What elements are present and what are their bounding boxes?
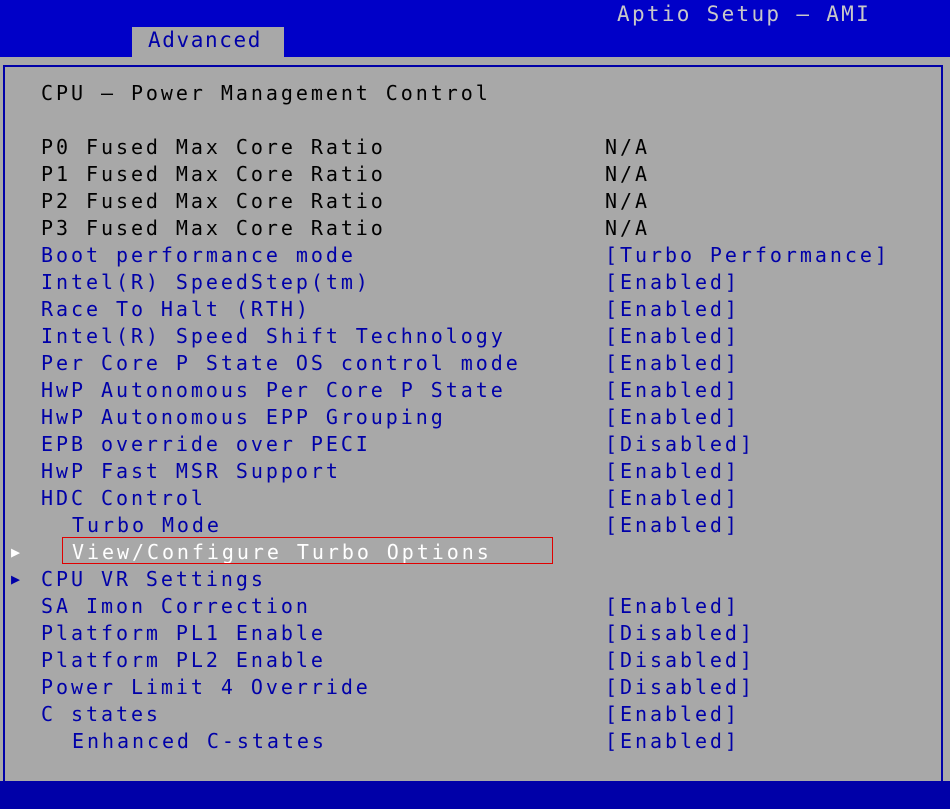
setting-label: HDC Control: [41, 486, 206, 510]
setting-value[interactable]: [Enabled]: [605, 728, 740, 755]
setting-label: C states: [41, 702, 161, 726]
setting-hwp-epp-grouping[interactable]: HwP Autonomous EPP Grouping [Enabled]: [0, 404, 950, 431]
setting-epb-override-peci[interactable]: EPB override over PECI [Disabled]: [0, 431, 950, 458]
setting-turbo-mode[interactable]: Turbo Mode [Enabled]: [0, 512, 950, 539]
setting-per-core-pstate-os[interactable]: Per Core P State OS control mode [Enable…: [0, 350, 950, 377]
setting-label: EPB override over PECI: [41, 432, 371, 456]
setting-label: Platform PL2 Enable: [41, 648, 326, 672]
setting-label: Platform PL1 Enable: [41, 621, 326, 645]
tab-advanced[interactable]: Advanced: [132, 27, 284, 57]
info-value: N/A: [605, 189, 650, 213]
submenu-arrow-icon: ▶: [11, 570, 21, 588]
setting-value[interactable]: [Enabled]: [605, 296, 740, 323]
setting-power-limit-4-override[interactable]: Power Limit 4 Override [Disabled]: [0, 674, 950, 701]
setting-speedstep[interactable]: Intel(R) SpeedStep(tm) [Enabled]: [0, 269, 950, 296]
info-label: P2 Fused Max Core Ratio: [41, 189, 386, 213]
info-row-p3-ratio: P3 Fused Max Core Ratio N/A: [0, 215, 950, 242]
setting-value[interactable]: [Enabled]: [605, 269, 740, 296]
setting-value[interactable]: [Turbo Performance]: [605, 242, 890, 269]
header-bar: Aptio Setup – AMI Advanced: [0, 0, 950, 57]
submenu-arrow-icon: ▶: [11, 543, 21, 561]
setting-label: HwP Autonomous Per Core P State: [41, 378, 506, 402]
info-value: N/A: [605, 135, 650, 159]
setting-label: Intel(R) SpeedStep(tm): [41, 270, 371, 294]
setting-label: SA Imon Correction: [41, 594, 311, 618]
setting-value[interactable]: [Enabled]: [605, 350, 740, 377]
setting-value[interactable]: [Disabled]: [605, 647, 755, 674]
app-title: Aptio Setup – AMI: [617, 2, 872, 26]
setting-enhanced-c-states[interactable]: Enhanced C-states [Enabled]: [0, 728, 950, 755]
setting-value[interactable]: [Disabled]: [605, 431, 755, 458]
setting-value[interactable]: [Enabled]: [605, 701, 740, 728]
info-label: P1 Fused Max Core Ratio: [41, 162, 386, 186]
info-value: N/A: [605, 216, 650, 240]
setting-value[interactable]: [Enabled]: [605, 458, 740, 485]
info-label: P3 Fused Max Core Ratio: [41, 216, 386, 240]
setting-label: Per Core P State OS control mode: [41, 351, 521, 375]
setting-label: Power Limit 4 Override: [41, 675, 371, 699]
setting-value[interactable]: [Enabled]: [605, 377, 740, 404]
info-row-p0-ratio: P0 Fused Max Core Ratio N/A: [0, 134, 950, 161]
selection-highlight: [62, 537, 553, 564]
submenu-cpu-vr-settings[interactable]: ▶ CPU VR Settings: [0, 566, 950, 593]
setting-label: Intel(R) Speed Shift Technology: [41, 324, 506, 348]
setting-hdc-control[interactable]: HDC Control [Enabled]: [0, 485, 950, 512]
info-value: N/A: [605, 162, 650, 186]
setting-hwp-autonomous-per-core[interactable]: HwP Autonomous Per Core P State [Enabled…: [0, 377, 950, 404]
setting-speed-shift[interactable]: Intel(R) Speed Shift Technology [Enabled…: [0, 323, 950, 350]
setting-c-states[interactable]: C states [Enabled]: [0, 701, 950, 728]
setting-label: Race To Halt (RTH): [41, 297, 311, 321]
setting-platform-pl1[interactable]: Platform PL1 Enable [Disabled]: [0, 620, 950, 647]
setting-value[interactable]: [Enabled]: [605, 593, 740, 620]
setting-label: Enhanced C-states: [72, 729, 327, 753]
info-row-p1-ratio: P1 Fused Max Core Ratio N/A: [0, 161, 950, 188]
setting-value[interactable]: [Enabled]: [605, 485, 740, 512]
info-label: P0 Fused Max Core Ratio: [41, 135, 386, 159]
setting-value[interactable]: [Enabled]: [605, 323, 740, 350]
setting-label: HwP Fast MSR Support: [41, 459, 341, 483]
setting-label: HwP Autonomous EPP Grouping: [41, 405, 446, 429]
setting-platform-pl2[interactable]: Platform PL2 Enable [Disabled]: [0, 647, 950, 674]
setting-value[interactable]: [Enabled]: [605, 404, 740, 431]
setting-hwp-fast-msr[interactable]: HwP Fast MSR Support [Enabled]: [0, 458, 950, 485]
setting-label: Turbo Mode: [72, 513, 222, 537]
submenu-label: CPU VR Settings: [41, 567, 266, 591]
info-row-p2-ratio: P2 Fused Max Core Ratio N/A: [0, 188, 950, 215]
setting-sa-imon-correction[interactable]: SA Imon Correction [Enabled]: [0, 593, 950, 620]
setting-race-to-halt[interactable]: Race To Halt (RTH) [Enabled]: [0, 296, 950, 323]
setting-label: Boot performance mode: [41, 243, 356, 267]
page-title: CPU – Power Management Control: [41, 81, 491, 105]
setting-value[interactable]: [Disabled]: [605, 674, 755, 701]
setting-boot-performance-mode[interactable]: Boot performance mode [Turbo Performance…: [0, 242, 950, 269]
setting-value[interactable]: [Enabled]: [605, 512, 740, 539]
setting-value[interactable]: [Disabled]: [605, 620, 755, 647]
